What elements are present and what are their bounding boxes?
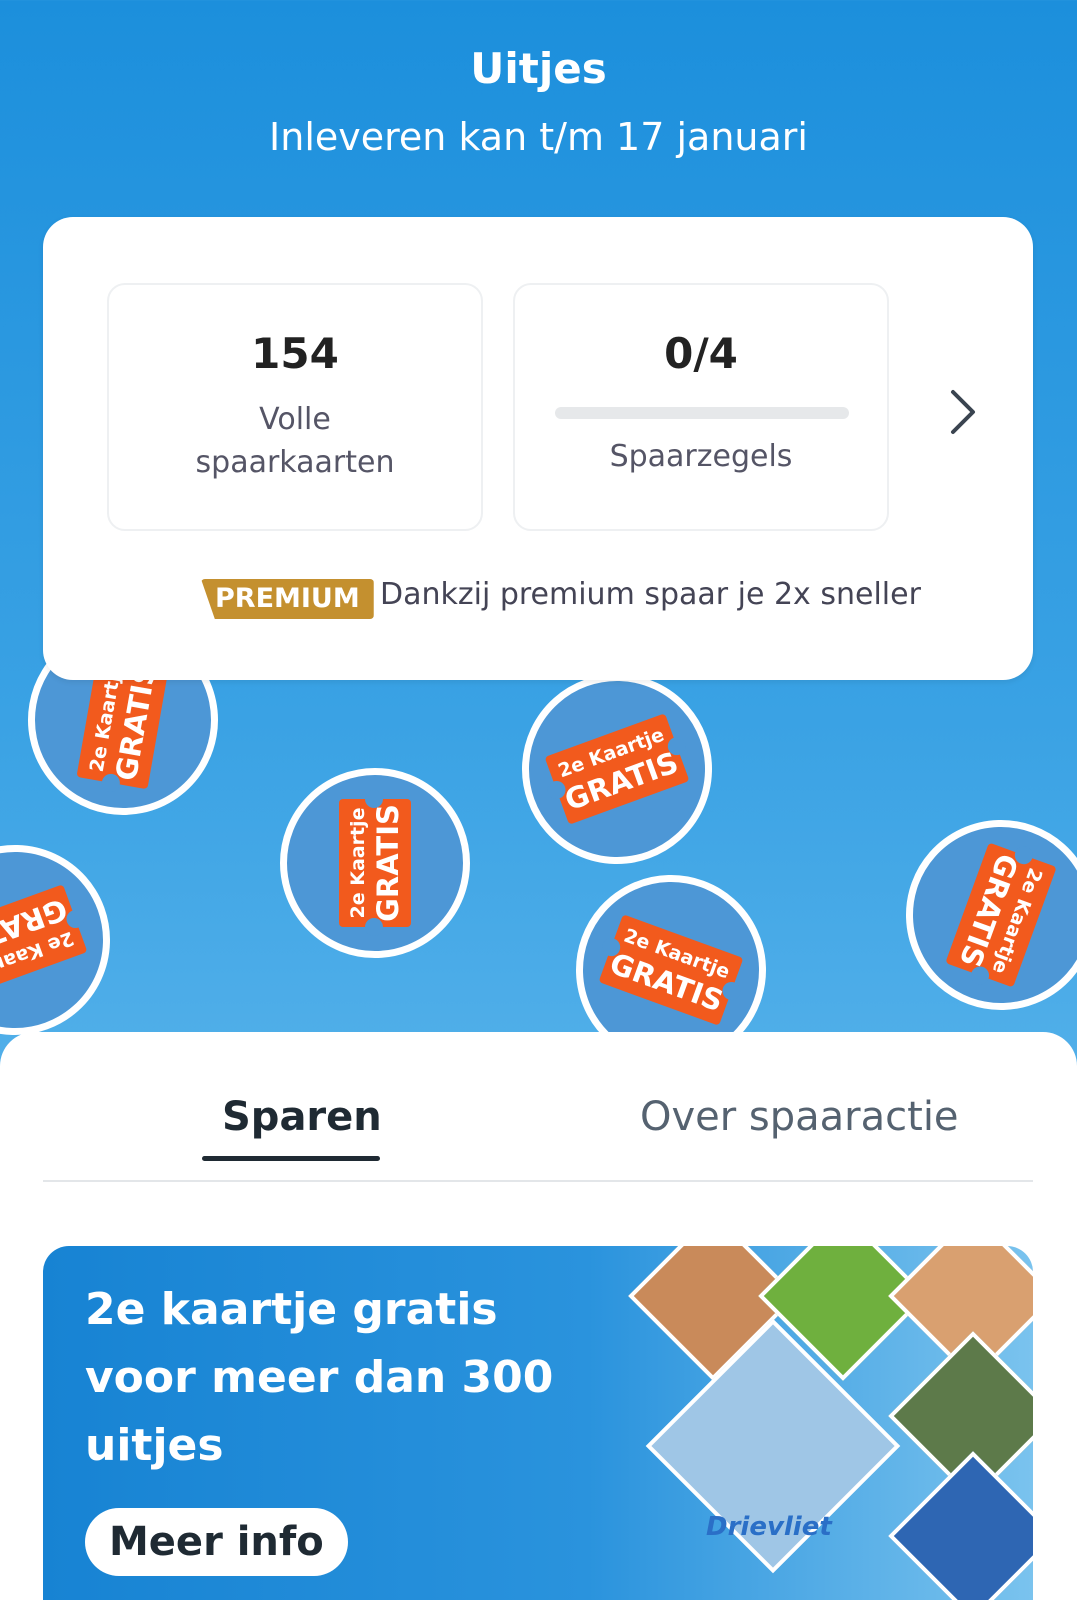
collage-tile	[888, 1451, 1033, 1600]
full-cards-stat: 154 Volle spaarkaarten	[107, 283, 483, 531]
premium-badge: PREMIUM	[201, 579, 374, 619]
tab-sparen[interactable]: Sparen	[222, 1094, 382, 1140]
savings-card[interactable]: 154 Volle spaarkaarten 0/4 Spaarzegels P…	[43, 217, 1033, 680]
active-tab-indicator	[202, 1156, 380, 1161]
premium-text: Dankzij premium spaar je 2x sneller	[380, 577, 921, 612]
stamps-label: Spaarzegels	[609, 439, 793, 474]
full-cards-count: 154	[251, 329, 339, 378]
stamp-illustration: 2e Kaartje GRATIS	[280, 768, 470, 958]
chevron-right-icon[interactable]	[941, 382, 985, 442]
stamp-line1: 2e Kaartje	[347, 807, 369, 919]
tab-divider	[43, 1180, 1033, 1182]
full-cards-label-line1: Volle	[259, 402, 331, 437]
stamps-count: 0/4	[664, 329, 738, 378]
banner-headline: 2e kaartje gratis voor meer dan 300 uitj…	[85, 1284, 554, 1471]
meer-info-button[interactable]: Meer info	[85, 1508, 348, 1576]
attractions-collage	[613, 1246, 1033, 1600]
drievliet-logo: Drievliet	[706, 1512, 832, 1542]
stamps-stat: 0/4 Spaarzegels	[513, 283, 889, 531]
stamp-line2: GRATIS	[371, 804, 405, 922]
promo-banner[interactable]: 2e kaartje gratis voor meer dan 300 uitj…	[43, 1246, 1033, 1600]
bottom-sheet: Sparen Over spaaractie 2e kaartje gratis…	[0, 1032, 1077, 1600]
page-title: Uitjes	[470, 44, 607, 93]
page-subtitle: Inleveren kan t/m 17 januari	[269, 115, 808, 159]
full-cards-label-line2: spaarkaarten	[195, 445, 395, 480]
header: Uitjes Inleveren kan t/m 17 januari	[0, 0, 1077, 215]
tab-over-spaaractie[interactable]: Over spaaractie	[640, 1094, 959, 1140]
stamp-illustration: 2e Kaartje GRATIS	[0, 818, 137, 1062]
stamps-progress-bar	[555, 407, 849, 419]
stamp-illustration: 2e Kaartje GRATIS	[879, 793, 1077, 1037]
stamp-illustration: 2e Kaartje GRATIS	[495, 647, 739, 891]
